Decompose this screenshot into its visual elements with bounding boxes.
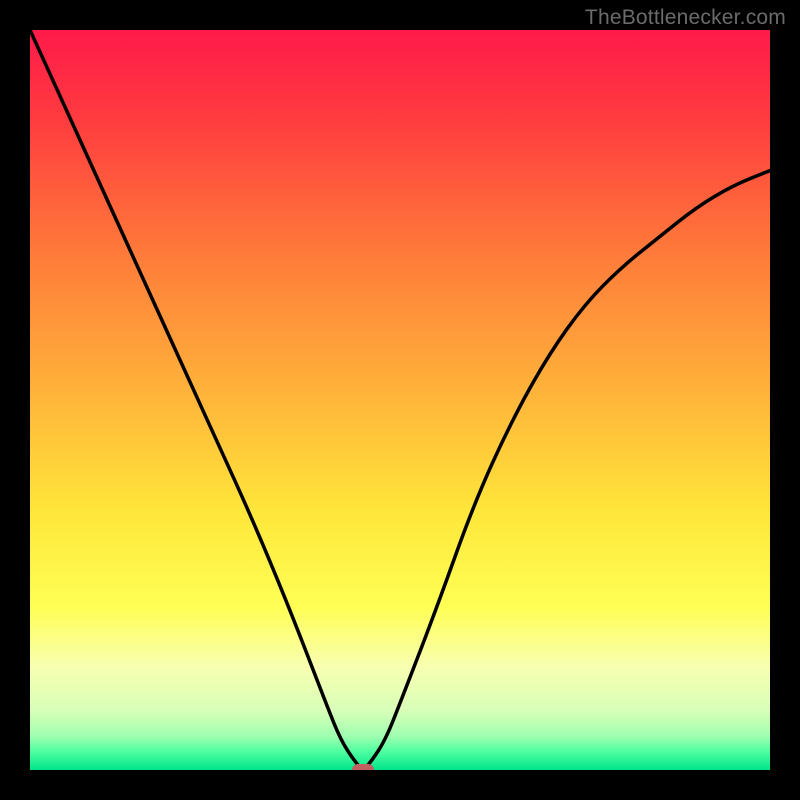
chart-frame: TheBottlenecker.com [0, 0, 800, 800]
curve-layer [30, 30, 770, 770]
optimum-marker [352, 764, 374, 770]
plot-area [30, 30, 770, 770]
watermark-text: TheBottlenecker.com [585, 6, 786, 30]
bottleneck-curve [30, 30, 770, 768]
